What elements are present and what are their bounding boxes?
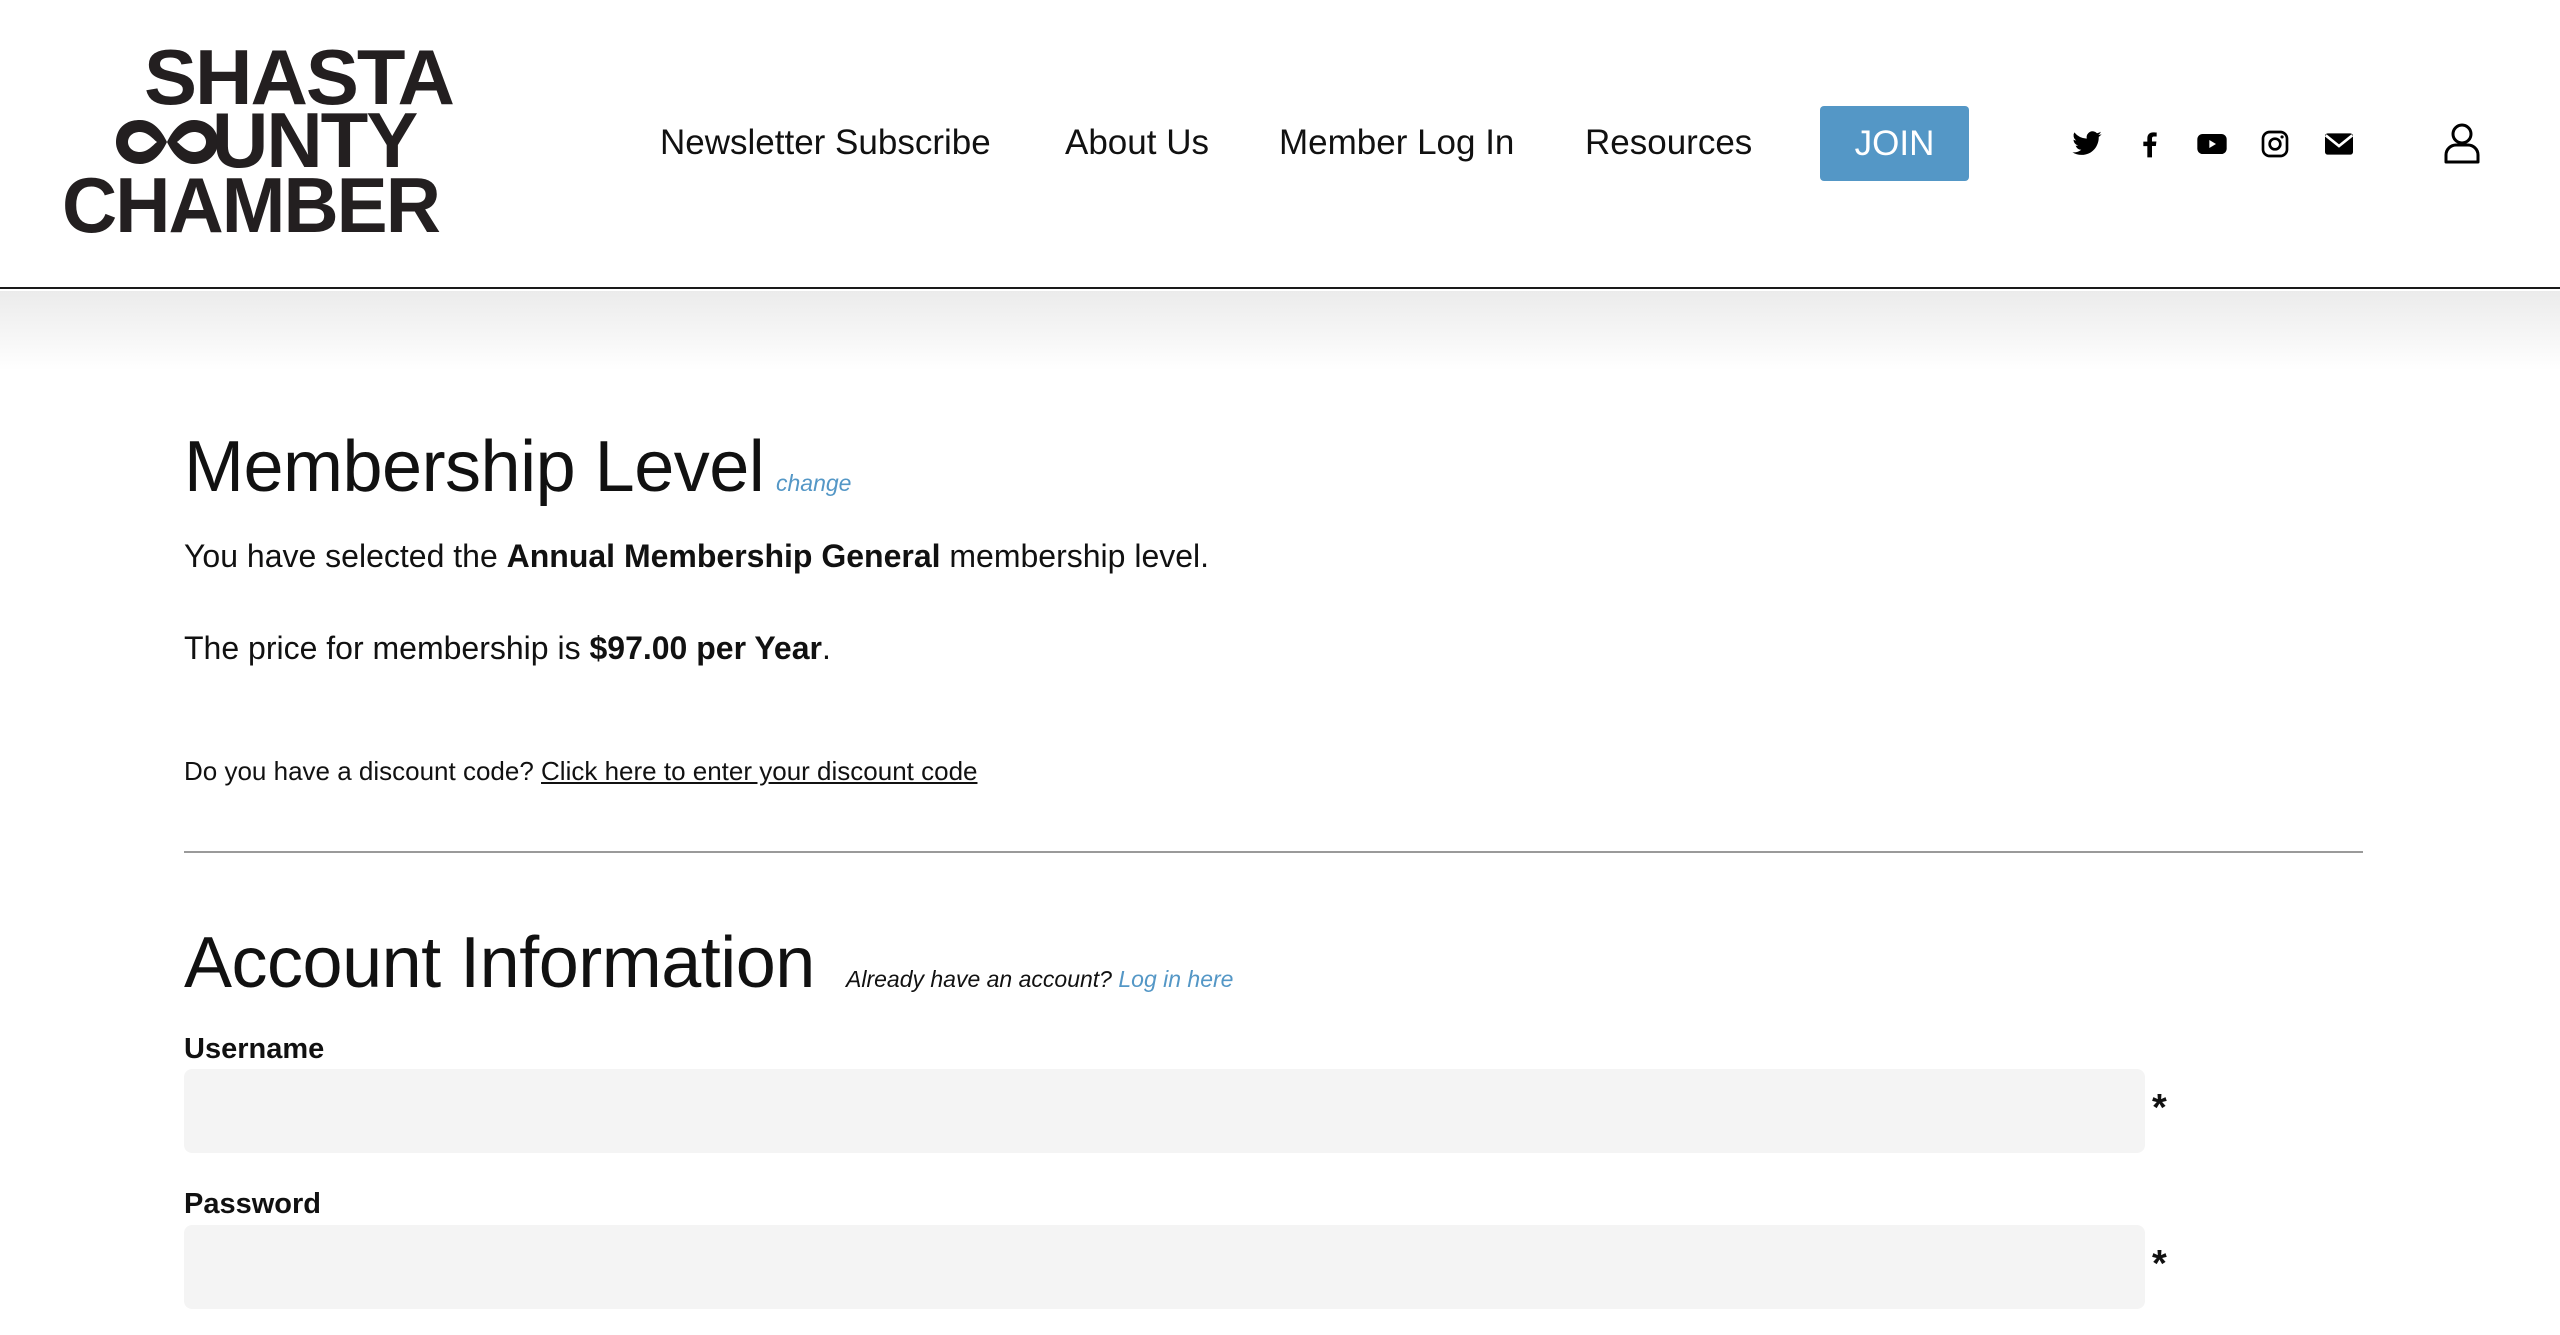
account-information-title: Account Information <box>184 923 815 1003</box>
price-prefix: The price for membership is <box>184 630 590 666</box>
password-input[interactable] <box>184 1225 2145 1309</box>
join-button[interactable]: JOIN <box>1820 106 1969 181</box>
header-shadow <box>0 291 2560 371</box>
account-link[interactable] <box>2442 122 2482 164</box>
youtube-link[interactable] <box>2195 127 2229 161</box>
selected-level-name: Annual Membership General <box>506 538 941 574</box>
username-required-marker: * <box>2152 1087 2167 1129</box>
twitter-link[interactable] <box>2070 127 2104 161</box>
membership-level-title: Membership Level <box>184 427 765 507</box>
nav-resources[interactable]: Resources <box>1585 118 1752 168</box>
facebook-icon <box>2143 132 2157 158</box>
youtube-icon <box>2197 134 2227 154</box>
log-in-here-link[interactable]: Log in here <box>1118 966 1233 992</box>
selected-suffix: membership level. <box>940 538 1210 574</box>
discount-question: Do you have a discount code? <box>184 756 542 786</box>
password-required-marker: * <box>2152 1243 2167 1285</box>
price-suffix: . <box>821 630 831 666</box>
username-input[interactable] <box>184 1069 2145 1153</box>
selected-level-text: You have selected the Annual Membership … <box>184 536 1209 576</box>
logo-line-chamber: CHAMBER <box>62 161 441 249</box>
username-label: Username <box>184 1033 325 1065</box>
enter-discount-code-link[interactable]: Click here to enter your discount code <box>541 756 977 786</box>
price-value: $97.00 per Year <box>589 630 822 666</box>
email-link[interactable] <box>2322 127 2356 161</box>
instagram-link[interactable] <box>2258 127 2292 161</box>
change-level-link[interactable]: change <box>776 470 851 497</box>
section-divider <box>184 851 2363 853</box>
twitter-icon <box>2072 131 2102 155</box>
nav-newsletter-subscribe[interactable]: Newsletter Subscribe <box>660 118 991 168</box>
selected-prefix: You have selected the <box>184 538 507 574</box>
nav-member-log-in[interactable]: Member Log In <box>1279 118 1514 168</box>
already-text: Already have an account? <box>846 966 1119 992</box>
instagram-icon <box>2261 130 2289 158</box>
already-have-account-text: Already have an account? Log in here <box>846 966 1233 993</box>
site-logo[interactable]: SHASTA UNTY CHAMBER <box>62 38 455 249</box>
facebook-link[interactable] <box>2133 127 2167 161</box>
discount-code-prompt: Do you have a discount code? Click here … <box>184 756 977 787</box>
nav-about-us[interactable]: About Us <box>1065 118 1209 168</box>
site-header: SHASTA UNTY CHAMBER Newsletter Subscribe… <box>0 0 2560 289</box>
email-icon <box>2324 133 2354 155</box>
password-label: Password <box>184 1188 321 1220</box>
user-icon <box>2444 123 2480 164</box>
price-text: The price for membership is $97.00 per Y… <box>184 628 831 668</box>
